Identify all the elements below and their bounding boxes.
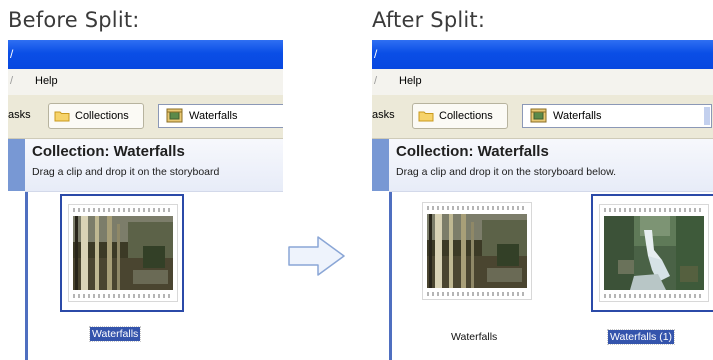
after-split-caption: After Split: bbox=[372, 8, 486, 32]
folder-icon bbox=[54, 111, 70, 122]
collection-instruction: Drag a clip and drop it on the storyboar… bbox=[396, 166, 617, 178]
collection-icon bbox=[530, 108, 547, 123]
toolbar: asks Collections Waterfalls bbox=[8, 95, 283, 139]
collections-label: Collections bbox=[439, 110, 493, 122]
folder-icon bbox=[418, 111, 434, 122]
clip-label[interactable]: Waterfalls bbox=[88, 326, 142, 342]
collection-header: Collection: Waterfalls Drag a clip and d… bbox=[389, 139, 713, 192]
clip-label[interactable]: Waterfalls bbox=[451, 330, 497, 344]
collection-combo-value: Waterfalls bbox=[553, 110, 602, 122]
forest-scene-thumbnail bbox=[73, 216, 173, 290]
film-perforation bbox=[604, 294, 704, 298]
collections-button[interactable]: Collections bbox=[412, 103, 508, 129]
film-perforation bbox=[604, 208, 704, 212]
film-perforation bbox=[73, 208, 173, 212]
clip-thumbnail[interactable] bbox=[60, 194, 184, 312]
collection-header: Collection: Waterfalls Drag a clip and d… bbox=[25, 139, 283, 192]
filmstrip-frame bbox=[599, 204, 709, 302]
menu-separator: / bbox=[374, 75, 378, 87]
collection-title: Collection: Waterfalls bbox=[32, 143, 185, 160]
film-perforation bbox=[73, 294, 173, 298]
waterfall-scene-thumbnail bbox=[604, 216, 704, 290]
before-window: / / Help asks Collections Waterfalls Col… bbox=[8, 40, 283, 360]
collections-button[interactable]: Collections bbox=[48, 103, 144, 129]
tasks-button[interactable]: asks bbox=[8, 109, 31, 121]
clip-label-selected[interactable]: Waterfalls (1) bbox=[606, 329, 676, 345]
clip-thumbnail-selected[interactable] bbox=[591, 194, 713, 312]
collections-label: Collections bbox=[75, 110, 129, 122]
side-strip bbox=[372, 139, 389, 191]
collection-icon bbox=[166, 108, 183, 123]
side-strip bbox=[8, 139, 25, 191]
title-bar-glyph: / bbox=[374, 47, 378, 61]
right-arrow-icon bbox=[288, 236, 345, 276]
menu-bar: / Help bbox=[372, 69, 713, 96]
collection-pane: Collection: Waterfalls Drag a clip and d… bbox=[8, 139, 283, 360]
collection-combo[interactable]: Waterfalls bbox=[522, 104, 712, 128]
title-bar-glyph: / bbox=[10, 47, 14, 61]
side-divider bbox=[389, 191, 392, 360]
film-perforation bbox=[427, 206, 527, 210]
title-bar: / bbox=[8, 40, 283, 69]
side-divider bbox=[25, 191, 28, 360]
after-window: / / Help asks Collections Waterfalls Col… bbox=[372, 40, 713, 360]
collection-title: Collection: Waterfalls bbox=[396, 143, 549, 160]
collection-pane: Collection: Waterfalls Drag a clip and d… bbox=[372, 139, 713, 360]
toolbar: asks Collections Waterfalls bbox=[372, 95, 713, 139]
forest-scene-thumbnail bbox=[427, 214, 527, 288]
before-split-caption: Before Split: bbox=[8, 8, 140, 32]
menu-help[interactable]: Help bbox=[35, 75, 58, 87]
menu-bar: / Help bbox=[8, 69, 283, 96]
filmstrip-frame bbox=[68, 204, 178, 302]
filmstrip-frame bbox=[422, 202, 532, 300]
film-perforation bbox=[427, 292, 527, 296]
collection-combo[interactable]: Waterfalls bbox=[158, 104, 283, 128]
collection-instruction: Drag a clip and drop it on the storyboar… bbox=[32, 166, 220, 178]
title-bar: / bbox=[372, 40, 713, 69]
tasks-button[interactable]: asks bbox=[372, 109, 395, 121]
menu-separator: / bbox=[10, 75, 14, 87]
collection-combo-value: Waterfalls bbox=[189, 110, 238, 122]
combo-dropdown-arrow[interactable] bbox=[704, 107, 710, 125]
clip-thumbnail[interactable] bbox=[416, 194, 540, 312]
menu-help[interactable]: Help bbox=[399, 75, 422, 87]
